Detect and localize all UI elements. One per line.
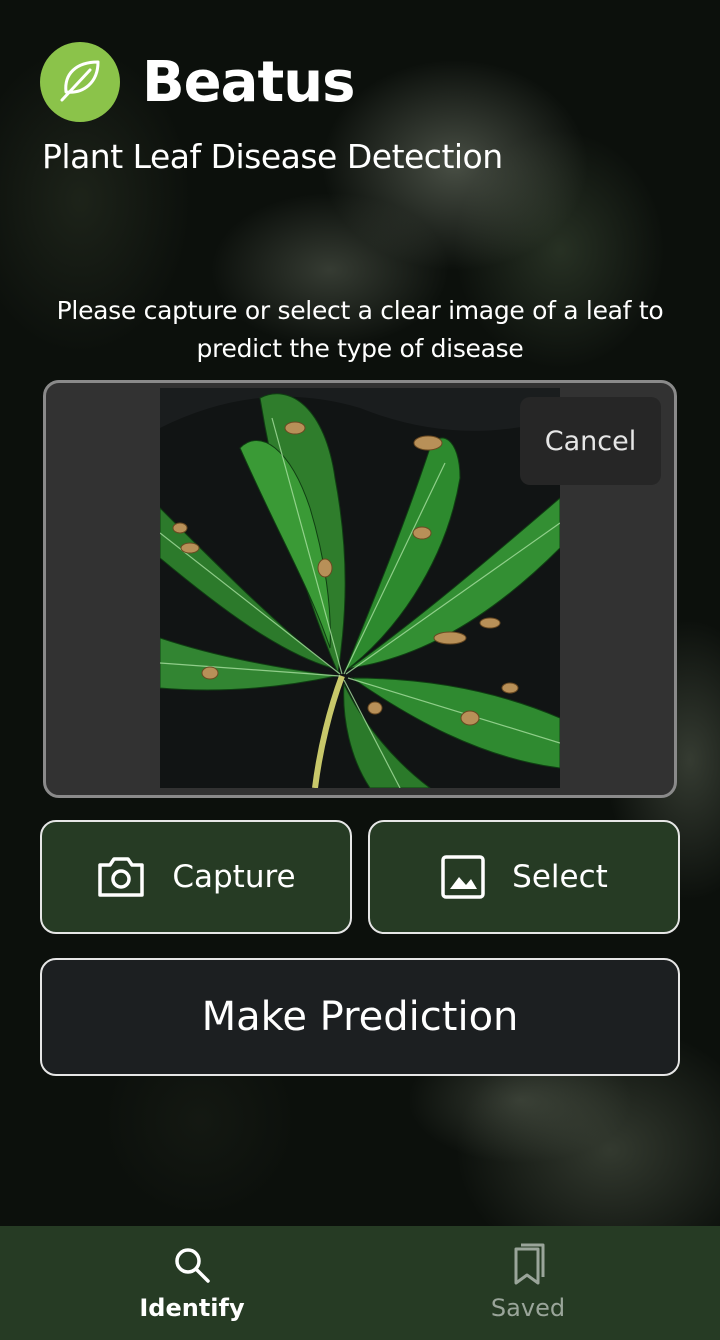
nav-item-saved[interactable]: Saved — [428, 1226, 628, 1340]
nav-item-identify[interactable]: Identify — [92, 1226, 292, 1340]
cancel-button[interactable]: Cancel — [520, 397, 661, 485]
select-label: Select — [512, 859, 608, 895]
nav-label-identify: Identify — [139, 1294, 245, 1322]
leaf-image — [160, 388, 560, 788]
app-header: Beatus — [40, 42, 355, 122]
capture-label: Capture — [172, 859, 296, 895]
app-logo — [40, 42, 120, 122]
bookmark-icon — [508, 1242, 548, 1288]
instructions-text: Please capture or select a clear image o… — [56, 296, 664, 363]
bottom-nav: Identify Saved — [0, 1226, 720, 1340]
leaf-icon — [54, 54, 106, 110]
make-prediction-button[interactable]: Make Prediction — [40, 958, 680, 1076]
app-title: Beatus — [142, 49, 355, 115]
nav-label-saved: Saved — [490, 1294, 566, 1322]
search-icon — [172, 1242, 212, 1288]
select-button[interactable]: Select — [368, 820, 680, 934]
image-preview-panel: Cancel — [43, 380, 677, 798]
capture-button[interactable]: Capture — [40, 820, 352, 934]
camera-icon — [96, 855, 146, 899]
app-subtitle: Plant Leaf Disease Detection — [42, 137, 503, 176]
image-icon — [440, 854, 486, 900]
